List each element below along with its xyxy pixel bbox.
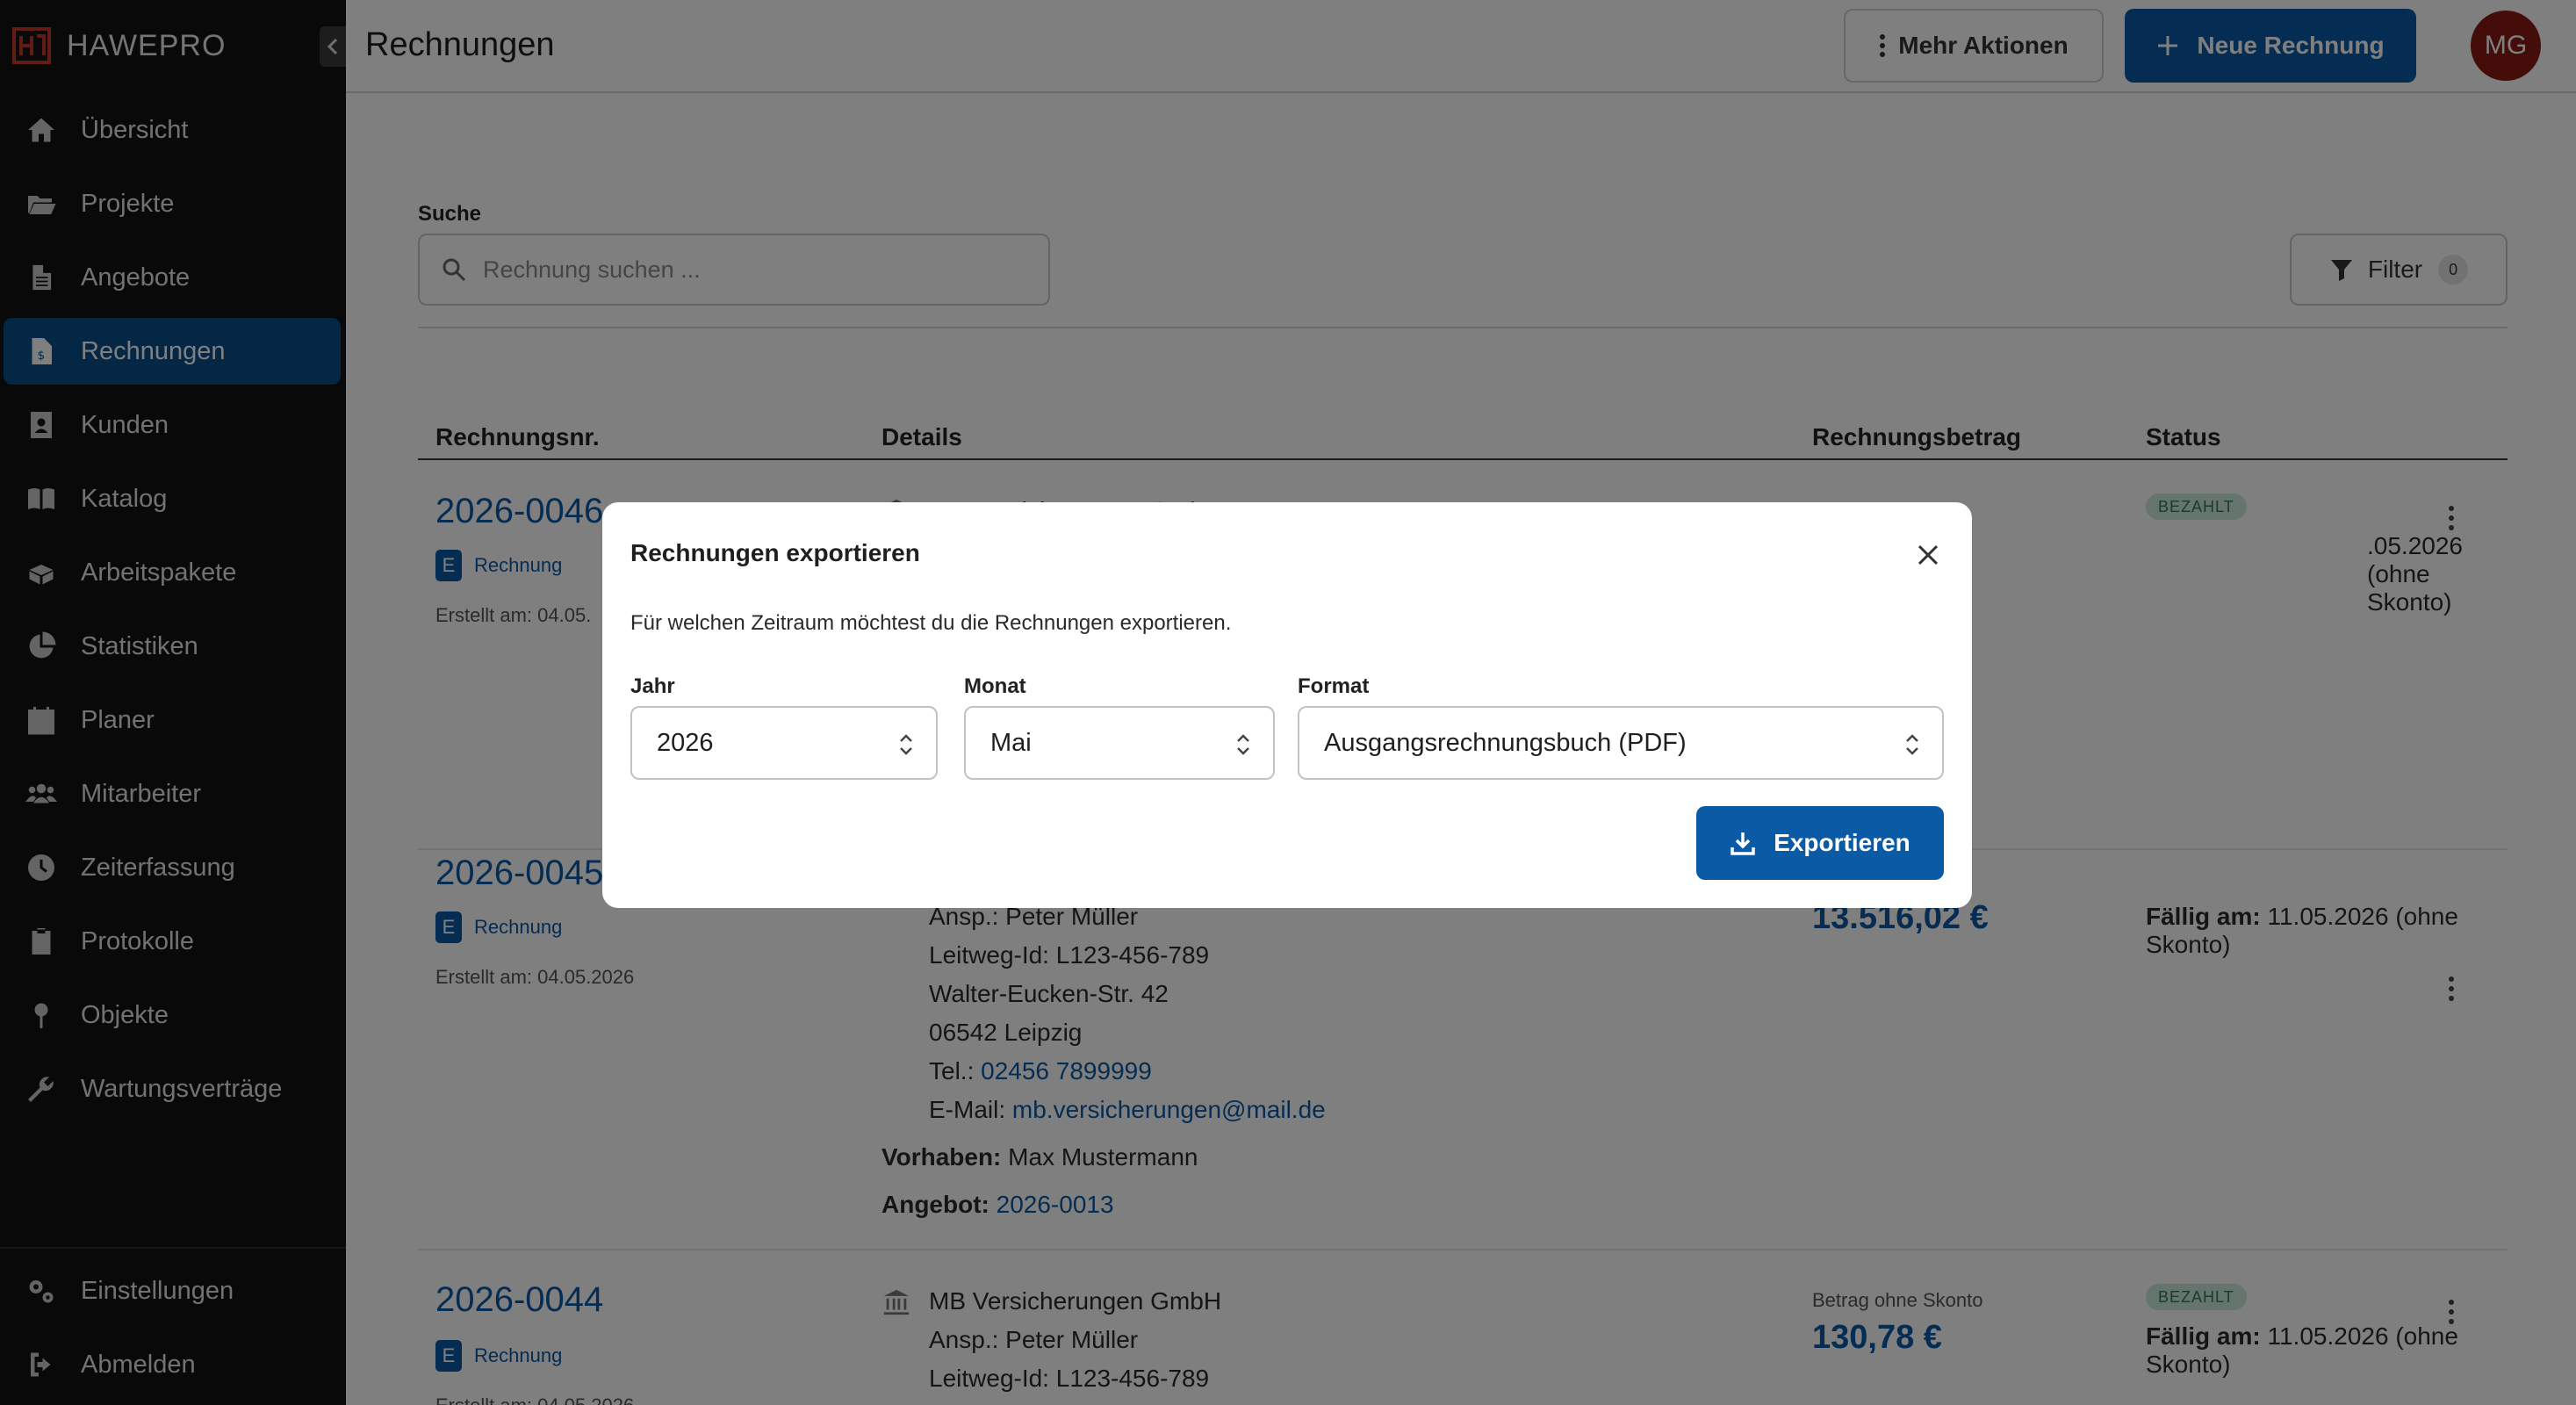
year-value: 2026 — [657, 728, 714, 757]
month-value: Mai — [990, 728, 1032, 757]
dialog-description: Für welchen Zeitraum möchtest du die Rec… — [630, 611, 1232, 635]
export-button[interactable]: Exportieren — [1696, 806, 1944, 880]
dialog-title: Rechnungen exportieren — [630, 539, 920, 566]
chevron-up-down-icon — [900, 734, 912, 755]
chevron-up-down-icon — [1237, 734, 1249, 755]
download-icon — [1731, 832, 1755, 855]
chevron-up-down-icon — [1906, 734, 1918, 755]
year-select[interactable]: 2026 — [630, 706, 938, 780]
close-icon[interactable] — [1910, 537, 1946, 573]
format-value: Ausgangsrechnungsbuch (PDF) — [1324, 728, 1687, 757]
format-label: Format — [1298, 674, 1370, 698]
month-label: Monat — [964, 674, 1026, 698]
format-select[interactable]: Ausgangsrechnungsbuch (PDF) — [1298, 706, 1944, 780]
month-select[interactable]: Mai — [964, 706, 1275, 780]
export-label: Exportieren — [1774, 829, 1910, 856]
year-label: Jahr — [630, 674, 675, 698]
export-dialog: Rechnungen exportieren Für welchen Zeitr… — [602, 502, 1972, 908]
